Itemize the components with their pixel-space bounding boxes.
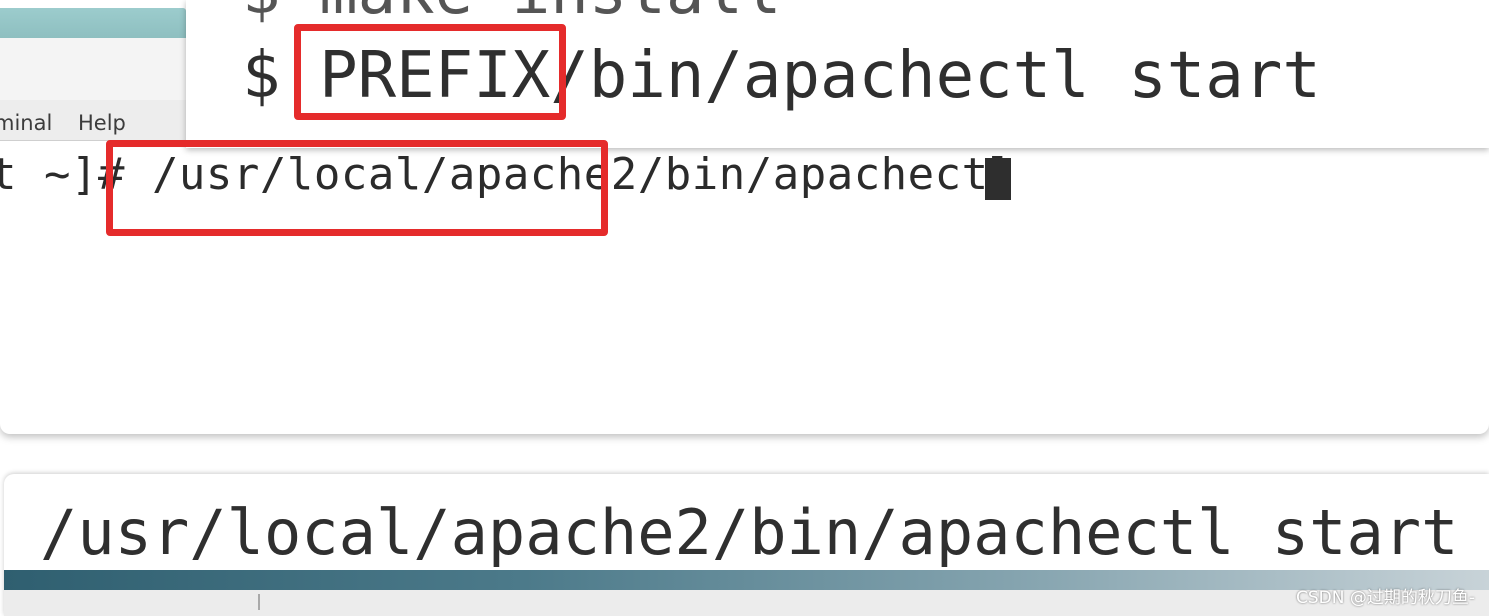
terminal-title-bar[interactable] — [0, 8, 186, 38]
bottom-command-text: /usr/local/apache2/bin/apachectl start — [40, 496, 1459, 569]
highlight-prefix-box — [294, 24, 566, 120]
bottom-window-bar — [4, 570, 1489, 590]
menu-item-help[interactable]: Help — [78, 113, 126, 134]
terminal-cursor — [985, 158, 1011, 200]
csdn-watermark: CSDN @过期的秋刀鱼- — [1295, 588, 1475, 608]
doc-line-make-install: $ make install — [242, 0, 781, 24]
bottom-window-strip — [4, 590, 1489, 616]
terminal-menubar: minal Help — [0, 100, 186, 141]
terminal-toolbar-area — [0, 38, 186, 101]
bottom-divider-tick — [258, 594, 260, 610]
bottom-command-snippet: /usr/local/apache2/bin/apachectl start — [4, 474, 1489, 616]
menu-item-terminal[interactable]: minal — [0, 113, 52, 134]
highlight-install-path-box — [106, 140, 608, 236]
